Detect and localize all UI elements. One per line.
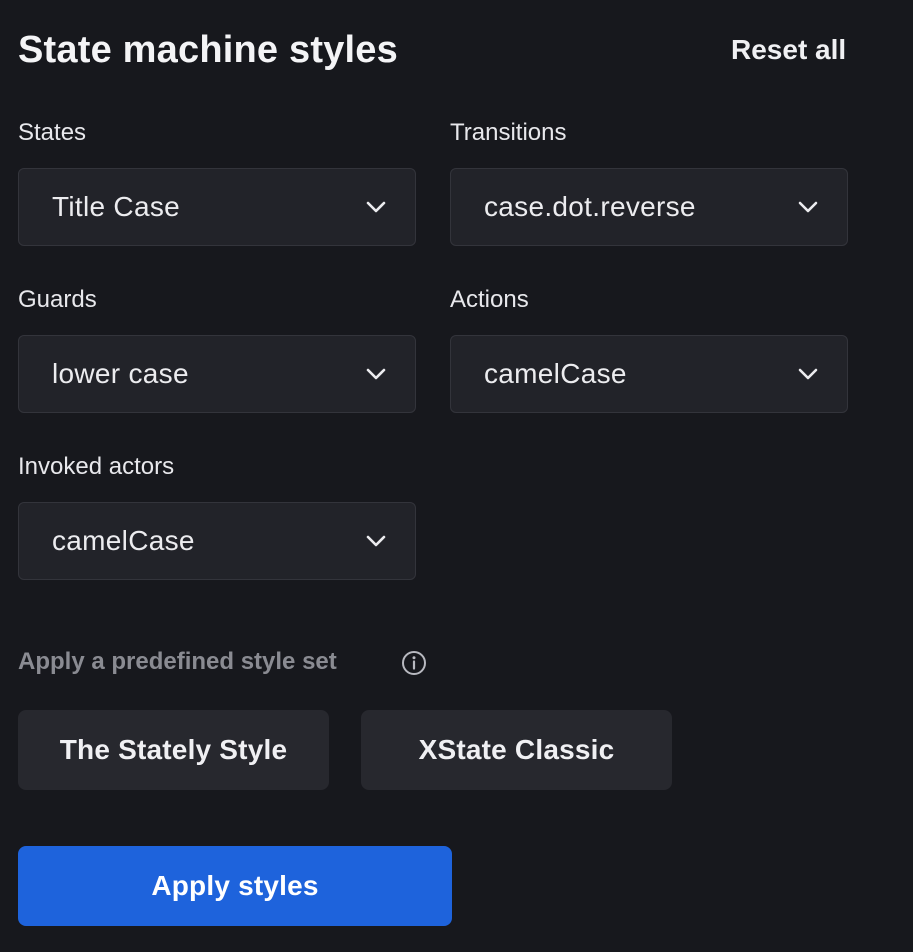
chevron-down-icon: [365, 196, 387, 218]
chevron-down-icon: [797, 196, 819, 218]
guards-select-value: lower case: [52, 358, 189, 389]
apply-styles-button[interactable]: Apply styles: [18, 846, 452, 926]
invoked-actors-select-value: camelCase: [52, 525, 195, 556]
guards-label: Guards: [18, 286, 97, 313]
reset-all-button[interactable]: Reset all: [731, 30, 846, 70]
transitions-label: Transitions: [450, 119, 567, 146]
transitions-select[interactable]: case.dot.reverse: [450, 168, 848, 246]
info-icon[interactable]: [401, 650, 427, 676]
stately-style-button[interactable]: The Stately Style: [18, 710, 329, 790]
states-select[interactable]: Title Case: [18, 168, 416, 246]
chevron-down-icon: [797, 363, 819, 385]
chevron-down-icon: [365, 530, 387, 552]
chevron-down-icon: [365, 363, 387, 385]
predefined-style-set-label: Apply a predefined style set: [18, 648, 337, 675]
invoked-actors-select[interactable]: camelCase: [18, 502, 416, 580]
xstate-classic-button[interactable]: XState Classic: [361, 710, 672, 790]
page-title: State machine styles: [18, 29, 398, 71]
actions-label: Actions: [450, 286, 529, 313]
actions-select-value: camelCase: [484, 358, 627, 389]
states-select-value: Title Case: [52, 191, 181, 222]
states-label: States: [18, 119, 87, 146]
invoked-actors-label: Invoked actors: [18, 453, 175, 480]
actions-select[interactable]: camelCase: [450, 335, 848, 413]
guards-select[interactable]: lower case: [18, 335, 416, 413]
transitions-select-value: case.dot.reverse: [484, 191, 696, 222]
